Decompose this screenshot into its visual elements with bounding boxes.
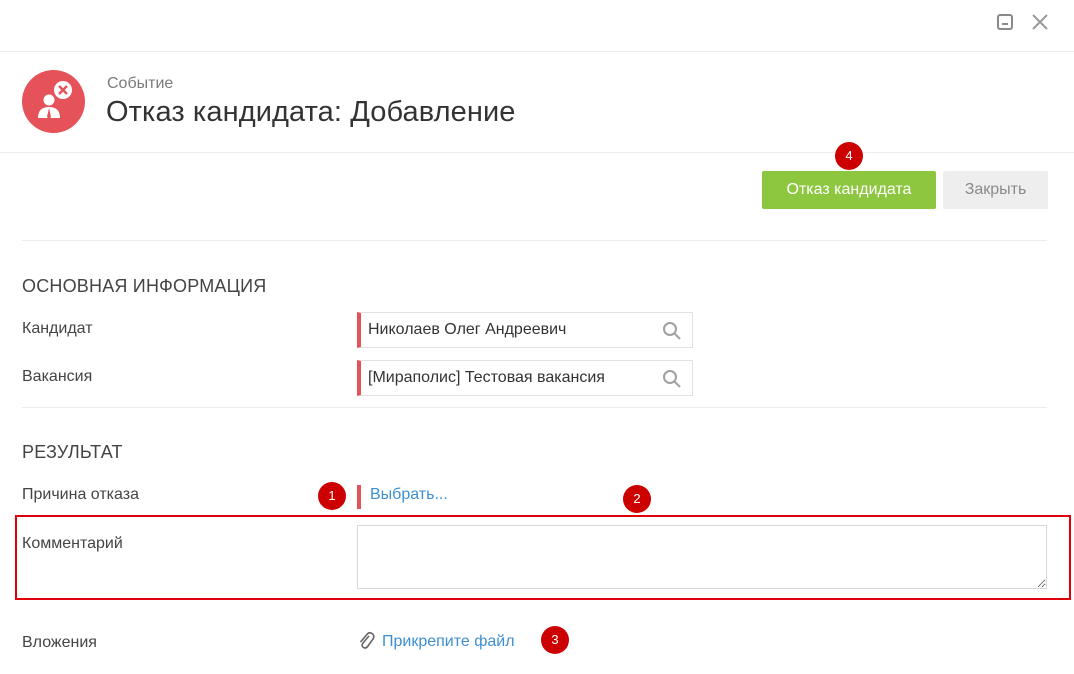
section-title-result: РЕЗУЛЬТАТ (22, 442, 123, 462)
annotation-badge-1: 1 (318, 482, 346, 510)
select-reason-link[interactable]: Выбрать... (370, 486, 448, 504)
candidate-label: Кандидат (22, 320, 93, 337)
attach-file-link[interactable]: Прикрепите файл (382, 633, 515, 651)
header-divider (0, 51, 1074, 52)
required-marker (357, 485, 361, 509)
annotation-badge-4: 4 (835, 142, 863, 170)
minimize-button[interactable] (995, 12, 1015, 32)
annotation-badge-3: 3 (541, 626, 569, 654)
section-title-main-info: ОСНОВНАЯ ИНФОРМАЦИЯ (22, 276, 267, 296)
close-form-button[interactable]: Закрыть (943, 171, 1048, 209)
section-divider (22, 407, 1047, 408)
reason-label: Причина отказа (22, 486, 139, 503)
vacancy-label: Вакансия (22, 368, 93, 385)
page-title: Отказ кандидата: Добавление (106, 96, 516, 128)
search-icon[interactable] (662, 369, 682, 389)
title-divider (0, 152, 1074, 153)
close-icon (1032, 14, 1048, 30)
toolbar-divider (22, 240, 1047, 241)
candidate-value: Николаев Олег Андреевич (368, 321, 567, 338)
vacancy-field[interactable]: [Мираполис] Тестовая вакансия (357, 360, 693, 396)
minimize-icon (997, 14, 1013, 30)
reject-candidate-button[interactable]: Отказ кандидата (762, 171, 936, 209)
paperclip-icon (357, 631, 375, 651)
page-subtitle: Событие (107, 75, 174, 92)
close-button[interactable] (1030, 12, 1050, 32)
comment-textarea[interactable] (357, 525, 1047, 589)
vacancy-value: [Мираполис] Тестовая вакансия (368, 369, 605, 386)
comment-label: Комментарий (22, 535, 123, 552)
search-icon[interactable] (662, 321, 682, 341)
candidate-field[interactable]: Николаев Олег Андреевич (357, 312, 693, 348)
attachments-label: Вложения (22, 634, 97, 651)
candidate-reject-icon (22, 70, 85, 133)
annotation-badge-2: 2 (623, 485, 651, 513)
